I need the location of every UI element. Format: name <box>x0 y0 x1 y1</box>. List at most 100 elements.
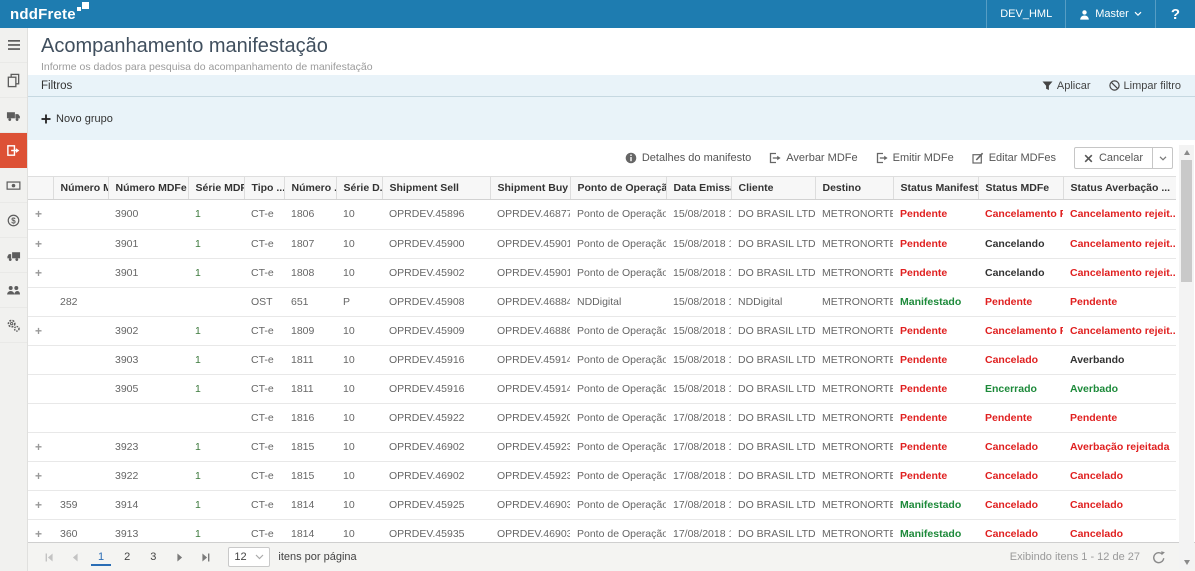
column-header-numero[interactable]: Número ... <box>284 177 336 200</box>
pager-page-2[interactable]: 2 <box>117 548 137 566</box>
cell-numero_manifestacao <box>53 316 108 345</box>
cell-cliente: NDDigital <box>731 287 815 316</box>
column-header-status_manifesto[interactable]: Status Manifesto <box>893 177 978 200</box>
emitir-mdfe-button[interactable]: Emitir MDFe <box>876 152 954 164</box>
column-header-numero_mdfe[interactable]: Número MDFe <box>108 177 188 200</box>
table-row[interactable]: 39221CT-e181510OPRDEV.46902OPRDEV.45923P… <box>28 461 1176 490</box>
column-header-ponto_operacao[interactable]: Ponto de Operação <box>570 177 666 200</box>
sidebar-item-freight[interactable] <box>0 98 27 133</box>
manifest-details-button[interactable]: Detalhes do manifesto <box>625 152 751 164</box>
column-header-status_mdfe[interactable]: Status MDFe <box>978 177 1063 200</box>
cell-cliente: DO BRASIL LTDA-GU... <box>731 461 815 490</box>
slash-circle-icon <box>1109 80 1120 91</box>
cell-status_mdfe: Encerrado <box>978 374 1063 403</box>
column-header-shipment_buy[interactable]: Shipment Buy <box>490 177 570 200</box>
main-content: Acompanhamento manifestação Informe os d… <box>28 28 1195 571</box>
cell-shipment_sell: OPRDEV.45916 <box>382 374 490 403</box>
cell-status_mdfe: Cancelado <box>978 490 1063 519</box>
sidebar-item-manifest[interactable] <box>0 133 27 168</box>
cancel-dropdown-button[interactable] <box>1153 147 1173 169</box>
user-menu[interactable]: Master <box>1065 0 1155 28</box>
sidebar-item-users[interactable] <box>0 273 27 308</box>
expand-row-button[interactable] <box>28 316 53 345</box>
pager-prev-button[interactable] <box>62 553 88 562</box>
pager-page-3[interactable]: 3 <box>143 548 163 566</box>
new-group-button[interactable]: Novo grupo <box>41 113 113 125</box>
cell-cliente: DO BRASIL LTDA-GU... <box>731 258 815 287</box>
cell-serie_d: 10 <box>336 461 382 490</box>
table-row[interactable]: 39011CT-e180810OPRDEV.45902OPRDEV.45901P… <box>28 258 1176 287</box>
column-header-destino[interactable]: Destino <box>815 177 893 200</box>
cancel-button[interactable]: Cancelar <box>1074 147 1153 169</box>
expand-row-button[interactable] <box>28 432 53 461</box>
app-logo[interactable]: nddFrete <box>10 6 89 23</box>
cell-status_averbacao: Averbação rejeitada <box>1063 432 1176 461</box>
clear-filter-button[interactable]: Limpar filtro <box>1109 80 1181 92</box>
apply-filter-button[interactable]: Aplicar <box>1042 80 1091 92</box>
column-header-serie_d[interactable]: Série D... <box>336 177 382 200</box>
pager-page-1[interactable]: 1 <box>91 548 111 566</box>
expand-row-button[interactable] <box>28 200 53 229</box>
table-row[interactable]: 39031CT-e181110OPRDEV.45916OPRDEV.45914P… <box>28 345 1176 374</box>
table-row[interactable]: 39011CT-e180710OPRDEV.45900OPRDEV.45901P… <box>28 229 1176 258</box>
averbar-mdfe-button[interactable]: Averbar MDFe <box>769 152 857 164</box>
cell-status_manifesto: Pendente <box>893 432 978 461</box>
table-row[interactable]: CT-e181610OPRDEV.45922OPRDEV.45920Ponto … <box>28 403 1176 432</box>
cell-status_manifesto: Pendente <box>893 345 978 374</box>
table-row[interactable]: 282OST651POPRDEV.45908OPRDEV.46884NDDigi… <box>28 287 1176 316</box>
scroll-up-arrow[interactable] <box>1179 145 1194 159</box>
cell-numero: 1814 <box>284 519 336 542</box>
scrollbar-thumb[interactable] <box>1181 160 1192 282</box>
environment-label: DEV_HML <box>986 0 1065 28</box>
cell-ponto_operacao: NDDigital <box>570 287 666 316</box>
cell-serie_d: 10 <box>336 519 382 542</box>
sidebar-item-menu[interactable] <box>0 28 27 63</box>
filters-header: Filtros Aplicar Limpar filtro <box>28 75 1195 97</box>
table-row[interactable]: 39051CT-e181110OPRDEV.45916OPRDEV.45914P… <box>28 374 1176 403</box>
cell-serie_mdfe: 1 <box>188 200 244 229</box>
expand-row-button[interactable] <box>28 461 53 490</box>
expand-row-button[interactable] <box>28 258 53 287</box>
vertical-scrollbar[interactable] <box>1179 145 1194 569</box>
pager-next-button[interactable] <box>166 553 192 562</box>
column-header-tipo[interactable]: Tipo ... <box>244 177 284 200</box>
column-header-status_averbacao[interactable]: Status Averbação ... <box>1063 177 1176 200</box>
table-row[interactable]: 39231CT-e181510OPRDEV.46902OPRDEV.45923P… <box>28 432 1176 461</box>
column-header-numero_manifestacao[interactable]: Número Mani... <box>53 177 108 200</box>
column-header-shipment_sell[interactable]: Shipment Sell <box>382 177 490 200</box>
pager-first-button[interactable] <box>36 553 62 562</box>
sidebar-item-documents[interactable] <box>0 63 27 98</box>
page-size-select[interactable]: 12 <box>228 547 270 567</box>
cell-serie_d: 10 <box>336 229 382 258</box>
sidebar-item-billing[interactable]: $ <box>0 203 27 238</box>
table-row[interactable]: 39001CT-e180610OPRDEV.45896OPRDEV.46877P… <box>28 200 1176 229</box>
cell-numero_mdfe: 3923 <box>108 432 188 461</box>
sidebar-item-settings[interactable] <box>0 308 27 343</box>
column-header-serie_mdfe[interactable]: Série MDFe <box>188 177 244 200</box>
chevron-down-icon <box>255 554 264 560</box>
sidebar-item-delivery[interactable] <box>0 238 27 273</box>
refresh-button[interactable] <box>1152 551 1165 564</box>
cell-status_averbacao: Pendente <box>1063 403 1176 432</box>
help-button[interactable]: ? <box>1155 0 1195 28</box>
cell-shipment_buy: OPRDEV.45901 <box>490 229 570 258</box>
cell-numero_mdfe <box>108 403 188 432</box>
table-row[interactable]: 36039131CT-e181410OPRDEV.45935OPRDEV.469… <box>28 519 1176 542</box>
truck-icon <box>6 108 21 123</box>
expand-row-button[interactable] <box>28 490 53 519</box>
cell-cliente: DO BRASIL LTDA-GU... <box>731 200 815 229</box>
table-row[interactable]: 35939141CT-e181410OPRDEV.45925OPRDEV.469… <box>28 490 1176 519</box>
expand-row-button[interactable] <box>28 519 53 542</box>
pager-last-button[interactable] <box>192 553 218 562</box>
cell-shipment_buy: OPRDEV.46886 <box>490 316 570 345</box>
cell-numero_manifestacao: 282 <box>53 287 108 316</box>
expand-row-button[interactable] <box>28 229 53 258</box>
table-row[interactable]: 39021CT-e180910OPRDEV.45909OPRDEV.46886P… <box>28 316 1176 345</box>
scroll-down-arrow[interactable] <box>1179 555 1194 569</box>
column-header-data_emissao[interactable]: Data Emissã... <box>666 177 731 200</box>
export-arrow-icon <box>769 152 781 164</box>
sidebar-item-payment[interactable] <box>0 168 27 203</box>
column-header-cliente[interactable]: Cliente <box>731 177 815 200</box>
editar-mdfes-button[interactable]: Editar MDFes <box>972 152 1056 164</box>
cell-shipment_buy: OPRDEV.45923 <box>490 461 570 490</box>
